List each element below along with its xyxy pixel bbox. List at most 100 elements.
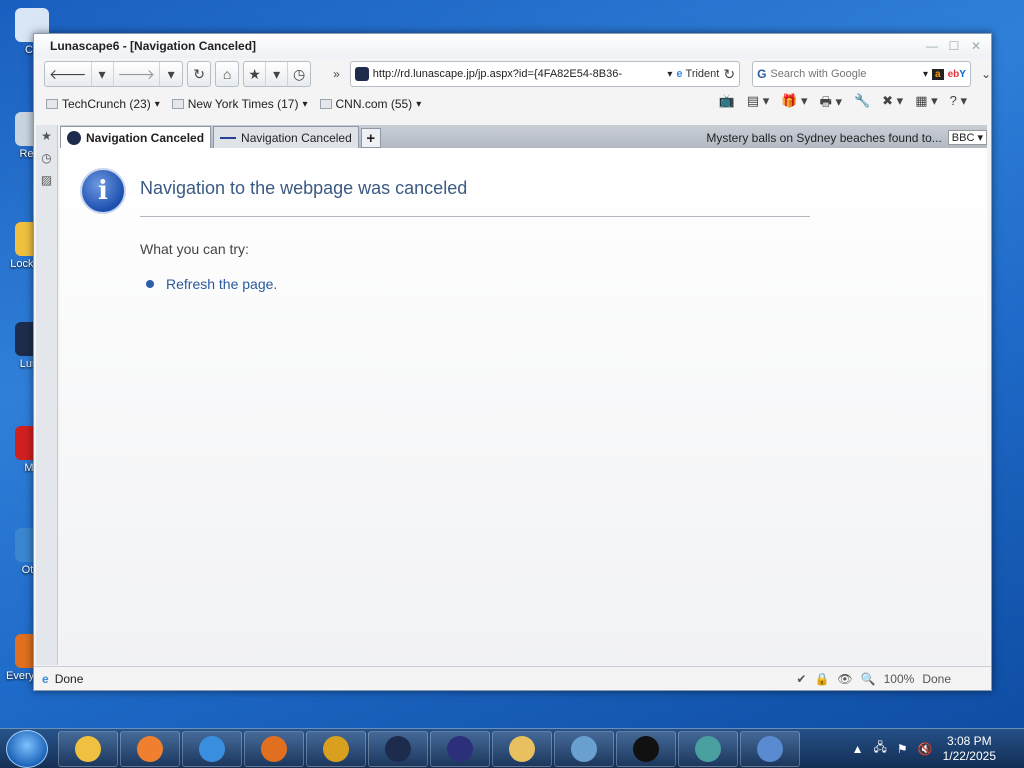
try-label: What you can try: xyxy=(140,241,249,257)
refresh-item: Refresh the page. xyxy=(146,276,277,292)
back-arrow-icon[interactable]: 🡐 xyxy=(45,62,92,86)
divider xyxy=(140,216,810,217)
line-favicon-icon xyxy=(220,136,237,139)
tv-icon[interactable]: 📺 xyxy=(719,93,735,115)
rss-icon[interactable]: ▨ xyxy=(39,173,55,189)
bookmark-dropdown-icon[interactable]: ▾ xyxy=(155,99,160,110)
engine-switch[interactable]: e Trident xyxy=(676,68,719,80)
close-button[interactable]: ✕ xyxy=(967,38,985,54)
more-chevron-icon[interactable]: » xyxy=(333,67,340,81)
news-ticker[interactable]: Mystery balls on Sydney beaches found to… xyxy=(706,130,987,148)
page-menu-icon[interactable]: ▤ ▾ xyxy=(747,93,769,115)
tray-arrow-icon[interactable]: ▲ xyxy=(852,742,864,756)
toolbar-overflow-icon[interactable]: ⌄ xyxy=(981,67,991,81)
news-headline[interactable]: Mystery balls on Sydney beaches found to… xyxy=(706,131,941,145)
ebay-icon[interactable]: ebY xyxy=(948,69,966,80)
eye-icon[interactable]: 👁 xyxy=(837,672,852,686)
cmd-icon xyxy=(633,735,659,762)
new-tab-button[interactable]: + xyxy=(360,128,381,148)
refresh-icon[interactable]: ↻ xyxy=(188,62,210,86)
star-icon[interactable]: ★ xyxy=(244,62,267,86)
tools-toolbar: 📺 ▤ ▾ 🎁 ▾ 🖶 ▾ 🔧 ✖ ▾ ▦ ▾ ? ▾ xyxy=(719,93,967,115)
history-buttons: 🡐 ▾ 🡒 ▾ xyxy=(44,61,184,87)
window-controls: — ☐ ✕ xyxy=(923,38,985,54)
system-tray: ▲ 🖧 ⚑ 🔇 3:08 PM 1/22/2025 xyxy=(852,734,1024,764)
zoom-icon[interactable]: 🔍 xyxy=(861,672,876,686)
amazon-icon[interactable]: a xyxy=(932,68,944,80)
layout-icon[interactable]: ▦ ▾ xyxy=(915,93,937,115)
url-dropdown-icon[interactable]: ▾ xyxy=(667,69,672,80)
taskbar-eclipse-button[interactable] xyxy=(430,730,490,767)
help-icon[interactable]: ? ▾ xyxy=(950,93,967,115)
lunascape-icon xyxy=(385,735,411,762)
bookmark-folder[interactable]: CNN.com (55) ▾ xyxy=(319,97,421,111)
tab-navigation-canceled-active[interactable]: Navigation Canceled xyxy=(60,126,212,148)
taskbar-devices-button[interactable] xyxy=(740,730,800,767)
favorites-star-icon[interactable]: ★ xyxy=(39,129,55,145)
page-content: i Navigation to the webpage was canceled… xyxy=(60,148,987,666)
history-clock-icon[interactable]: ◷ xyxy=(288,62,310,86)
gift-icon[interactable]: 🎁 ▾ xyxy=(781,93,807,115)
bookmark-label: TechCrunch (23) xyxy=(62,97,151,111)
tab-navigation-canceled[interactable]: Navigation Canceled xyxy=(213,126,359,148)
taskbar-lock-app-button[interactable] xyxy=(58,730,118,767)
folder-icon xyxy=(319,99,332,109)
site-favicon-icon xyxy=(354,67,369,81)
search-dropdown-icon[interactable]: ▾ xyxy=(923,69,928,80)
search-box: G ▾ a ebY xyxy=(752,61,971,87)
bookmark-dropdown-icon[interactable]: ▾ xyxy=(416,99,421,110)
close-tab-icon[interactable]: ✖ ▾ xyxy=(882,93,903,115)
remote-icon xyxy=(571,735,597,762)
error-title: Navigation to the webpage was canceled xyxy=(140,178,468,198)
lock-app-icon xyxy=(75,735,101,762)
security-check-icon[interactable]: ✔ xyxy=(796,672,806,686)
devices-icon xyxy=(757,735,783,762)
home-group: ⌂ xyxy=(215,61,240,87)
news-source-select[interactable]: BBC ▾ xyxy=(947,130,987,145)
network-tray-icon[interactable]: 🖧 xyxy=(874,738,887,759)
volume-muted-icon[interactable]: 🔇 xyxy=(918,742,933,756)
wrench-icon[interactable]: 🔧 xyxy=(854,93,870,115)
navigation-bar: 🡐 ▾ 🡒 ▾ ↻ ⌂ ★ ▾ ◷ » http://rd.lunascape.… xyxy=(34,58,991,90)
forward-arrow-icon[interactable]: 🡒 xyxy=(114,62,161,86)
favorites-dropdown-icon[interactable]: ▾ xyxy=(266,62,289,86)
taskbar-chrome-button[interactable] xyxy=(306,730,366,767)
print-icon[interactable]: 🖶 ▾ xyxy=(820,93,842,115)
refresh-page-link[interactable]: Refresh the page. xyxy=(166,276,277,292)
back-dropdown-icon[interactable]: ▾ xyxy=(92,62,114,86)
lock-icon[interactable]: 🔒 xyxy=(814,672,829,686)
history-icon[interactable]: ◷ xyxy=(39,151,55,167)
taskbar-ie-button[interactable] xyxy=(182,730,242,767)
search-input[interactable] xyxy=(770,68,919,80)
taskbar-explorer-button[interactable] xyxy=(492,730,552,767)
taskbar-remote-button[interactable] xyxy=(554,730,614,767)
taskbar-cmd-button[interactable] xyxy=(616,730,676,767)
title-bar: Lunascape6 - [Navigation Canceled] — ☐ ✕ xyxy=(34,34,991,58)
bookmark-label: CNN.com (55) xyxy=(335,97,413,111)
zoom-level[interactable]: 100% xyxy=(884,672,915,686)
eclipse-icon xyxy=(447,735,473,762)
clock[interactable]: 3:08 PM 1/22/2025 xyxy=(943,734,996,764)
reload-icon[interactable]: ↻ xyxy=(723,66,735,83)
taskbar-paint-button[interactable] xyxy=(120,730,180,767)
home-icon[interactable]: ⌂ xyxy=(216,62,238,86)
folder-icon xyxy=(46,99,58,109)
start-button[interactable] xyxy=(6,729,48,768)
taskbar-network-button[interactable] xyxy=(678,730,738,767)
bookmarks-bar: TechCrunch (23) ▾ New York Times (17) ▾ CNN.… xyxy=(34,90,991,118)
maximize-button[interactable]: ☐ xyxy=(945,38,963,54)
minimize-button[interactable]: — xyxy=(923,38,941,54)
taskbar-lunascape-button[interactable] xyxy=(368,730,428,767)
url-text[interactable]: http://rd.lunascape.jp/jp.aspx?id={4FA82… xyxy=(373,68,664,80)
address-bar[interactable]: http://rd.lunascape.jp/jp.aspx?id={4FA82… xyxy=(349,61,741,87)
refresh-group: ↻ xyxy=(187,61,212,87)
bookmark-folder[interactable]: TechCrunch (23) ▾ xyxy=(46,97,160,111)
taskbar-firefox-button[interactable] xyxy=(244,730,304,767)
ie-engine-icon: e xyxy=(676,68,683,80)
ie-status-icon: e xyxy=(42,671,49,686)
bookmark-dropdown-icon[interactable]: ▾ xyxy=(302,99,307,110)
forward-dropdown-icon[interactable]: ▾ xyxy=(160,62,182,86)
bookmark-folder[interactable]: New York Times (17) ▾ xyxy=(171,97,308,111)
flag-tray-icon[interactable]: ⚑ xyxy=(897,742,908,756)
firefox-icon xyxy=(261,735,287,762)
